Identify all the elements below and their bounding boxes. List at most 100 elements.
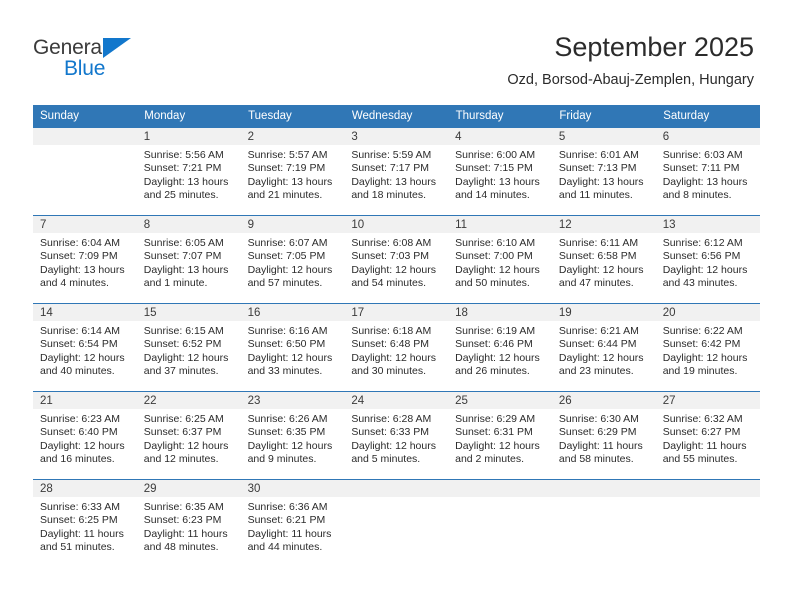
day-cell[interactable]: 10 Sunrise: 6:08 AM Sunset: 7:03 PM Dayligh… (344, 215, 449, 304)
day-cell[interactable]: 11 Sunrise: 6:10 AM Sunset: 7:00 PM Dayligh… (448, 215, 552, 304)
day-cell[interactable] (448, 479, 552, 567)
day-number: 13 (655, 216, 760, 233)
daylight-text-line1: Daylight: 12 hours (558, 351, 644, 364)
day-cell[interactable]: 23 Sunrise: 6:26 AM Sunset: 6:35 PM Dayligh… (240, 391, 345, 480)
daylight-text-line1: Daylight: 12 hours (247, 439, 333, 452)
sunset-text: Sunset: 6:42 PM (662, 338, 741, 351)
day-cell[interactable]: 9 Sunrise: 6:07 AM Sunset: 7:05 PM Daylight… (240, 215, 345, 304)
day-cell[interactable]: 12 Sunrise: 6:11 AM Sunset: 6:58 PM Dayligh… (551, 215, 656, 304)
day-cell[interactable]: 18 Sunrise: 6:19 AM Sunset: 6:46 PM Dayligh… (448, 303, 552, 392)
sunrise-text: Sunrise: 6:35 AM (143, 501, 224, 513)
sunrise-text: Sunrise: 6:03 AM (662, 149, 743, 161)
daylight-text-line2: and 9 minutes. (247, 452, 317, 465)
day-cell[interactable]: 16 Sunrise: 6:16 AM Sunset: 6:50 PM Dayligh… (240, 303, 345, 392)
daylight-text-line2: and 48 minutes. (143, 540, 219, 553)
day-details: Sunrise: 6:26 AM Sunset: 6:35 PM Daylight:… (241, 409, 345, 466)
day-number: 24 (344, 392, 449, 409)
day-cell[interactable]: 4 Sunrise: 6:00 AM Sunset: 7:15 PM Daylight… (448, 127, 552, 216)
daylight-text-line1: Daylight: 13 hours (662, 175, 748, 188)
day-details: Sunrise: 6:25 AM Sunset: 6:37 PM Daylight:… (137, 409, 241, 466)
sunrise-text: Sunrise: 6:14 AM (40, 325, 120, 337)
day-cell[interactable]: 25 Sunrise: 6:29 AM Sunset: 6:31 PM Dayligh… (448, 391, 552, 480)
sunset-text: Sunset: 6:33 PM (351, 426, 429, 439)
day-number: 23 (240, 392, 345, 409)
day-cell[interactable]: 14 Sunrise: 6:14 AM Sunset: 6:54 PM Dayligh… (33, 303, 137, 392)
day-cell[interactable] (33, 127, 137, 216)
sunrise-text: Sunrise: 6:28 AM (351, 413, 432, 425)
day-cell[interactable]: 20 Sunrise: 6:22 AM Sunset: 6:42 PM Dayligh… (655, 303, 760, 392)
day-cell[interactable]: 1 Sunrise: 5:56 AM Sunset: 7:21 PM Daylight… (136, 127, 241, 216)
calendar-week-row: 14 Sunrise: 6:14 AM Sunset: 6:54 PM Dayligh… (33, 303, 760, 392)
day-cell[interactable]: 6 Sunrise: 6:03 AM Sunset: 7:11 PM Daylight… (655, 127, 760, 216)
calendar-week-row: 7 Sunrise: 6:04 AM Sunset: 7:09 PM Daylight… (33, 215, 760, 304)
day-cell[interactable]: 19 Sunrise: 6:21 AM Sunset: 6:44 PM Dayligh… (551, 303, 656, 392)
day-number: 7 (33, 216, 137, 233)
daylight-text-line2: and 26 minutes. (455, 364, 530, 377)
weekday-header-saturday: Saturday (655, 105, 760, 128)
day-details: Sunrise: 6:12 AM Sunset: 6:56 PM Daylight:… (656, 233, 760, 290)
sunset-text: Sunset: 7:05 PM (247, 250, 326, 263)
day-cell[interactable]: 15 Sunrise: 6:15 AM Sunset: 6:52 PM Dayligh… (136, 303, 241, 392)
day-details: Sunrise: 6:08 AM Sunset: 7:03 PM Daylight:… (344, 233, 448, 290)
sunset-text: Sunset: 6:37 PM (143, 426, 222, 439)
daylight-text-line1: Daylight: 12 hours (455, 439, 540, 452)
sunset-text: Sunset: 7:09 PM (40, 250, 118, 263)
day-cell[interactable]: 26 Sunrise: 6:30 AM Sunset: 6:29 PM Dayligh… (551, 391, 656, 480)
day-number: 3 (344, 128, 449, 145)
day-cell[interactable]: 30 Sunrise: 6:36 AM Sunset: 6:21 PM Dayligh… (240, 479, 345, 567)
daylight-text-line1: Daylight: 12 hours (351, 439, 436, 452)
sunrise-text: Sunrise: 6:04 AM (40, 237, 120, 249)
daylight-text-line1: Daylight: 12 hours (351, 351, 436, 364)
daylight-text-line1: Daylight: 11 hours (662, 439, 747, 452)
day-number (33, 128, 137, 145)
sunset-text: Sunset: 6:23 PM (143, 514, 222, 527)
calendar-head: Sunday Monday Tuesday Wednesday Thursday… (33, 105, 760, 128)
daylight-text-line2: and 16 minutes. (40, 452, 115, 465)
daylight-text-line2: and 8 minutes. (662, 188, 732, 201)
day-cell[interactable]: 8 Sunrise: 6:05 AM Sunset: 7:07 PM Daylight… (136, 215, 241, 304)
sunset-text: Sunset: 6:29 PM (558, 426, 637, 439)
day-cell[interactable] (655, 479, 760, 567)
sunrise-text: Sunrise: 6:26 AM (247, 413, 328, 425)
day-number: 8 (136, 216, 241, 233)
day-details: Sunrise: 6:04 AM Sunset: 7:09 PM Daylight:… (33, 233, 137, 290)
day-number: 6 (655, 128, 760, 145)
sunrise-text: Sunrise: 5:59 AM (351, 149, 432, 161)
daylight-text-line2: and 2 minutes. (455, 452, 525, 465)
day-cell[interactable]: 7 Sunrise: 6:04 AM Sunset: 7:09 PM Daylight… (33, 215, 137, 304)
day-cell[interactable]: 27 Sunrise: 6:32 AM Sunset: 6:27 PM Dayligh… (655, 391, 760, 480)
day-cell[interactable]: 24 Sunrise: 6:28 AM Sunset: 6:33 PM Dayligh… (344, 391, 449, 480)
day-details: Sunrise: 6:00 AM Sunset: 7:15 PM Daylight:… (448, 145, 552, 202)
sunset-text: Sunset: 6:35 PM (247, 426, 326, 439)
day-cell[interactable]: 22 Sunrise: 6:25 AM Sunset: 6:37 PM Dayligh… (136, 391, 241, 480)
daylight-text-line1: Daylight: 11 hours (558, 439, 643, 452)
day-cell[interactable]: 21 Sunrise: 6:23 AM Sunset: 6:40 PM Dayligh… (33, 391, 137, 480)
page-header: General Blue September 2025 Ozd, Borsod-… (0, 0, 792, 98)
day-details: Sunrise: 6:18 AM Sunset: 6:48 PM Daylight:… (344, 321, 448, 378)
day-details: Sunrise: 6:15 AM Sunset: 6:52 PM Daylight:… (137, 321, 241, 378)
day-cell[interactable]: 28 Sunrise: 6:33 AM Sunset: 6:25 PM Dayligh… (33, 479, 137, 567)
day-cell[interactable]: 3 Sunrise: 5:59 AM Sunset: 7:17 PM Daylight… (344, 127, 449, 216)
sunrise-text: Sunrise: 6:15 AM (143, 325, 224, 337)
day-cell[interactable] (344, 479, 449, 567)
day-cell[interactable]: 5 Sunrise: 6:01 AM Sunset: 7:13 PM Daylight… (551, 127, 656, 216)
sunrise-text: Sunrise: 6:36 AM (247, 501, 328, 513)
sunset-text: Sunset: 6:56 PM (662, 250, 741, 263)
day-cell[interactable]: 13 Sunrise: 6:12 AM Sunset: 6:56 PM Dayligh… (655, 215, 760, 304)
calendar-week-row: 28 Sunrise: 6:33 AM Sunset: 6:25 PM Dayligh… (33, 479, 760, 567)
sunrise-text: Sunrise: 6:05 AM (143, 237, 224, 249)
day-details (656, 497, 760, 501)
logo-text-blue: Blue (64, 57, 106, 80)
daylight-text-line1: Daylight: 13 hours (40, 263, 125, 276)
day-cell[interactable]: 2 Sunrise: 5:57 AM Sunset: 7:19 PM Daylight… (240, 127, 345, 216)
day-cell[interactable]: 29 Sunrise: 6:35 AM Sunset: 6:23 PM Dayligh… (136, 479, 241, 567)
daylight-text-line2: and 1 minute. (143, 276, 208, 289)
daylight-text-line2: and 19 minutes. (662, 364, 738, 377)
day-number: 17 (344, 304, 449, 321)
day-cell[interactable]: 17 Sunrise: 6:18 AM Sunset: 6:48 PM Dayligh… (344, 303, 449, 392)
day-number: 14 (33, 304, 137, 321)
weekday-header-wednesday: Wednesday (344, 105, 449, 128)
daylight-text-line1: Daylight: 12 hours (247, 351, 333, 364)
daylight-text-line2: and 47 minutes. (558, 276, 634, 289)
day-cell[interactable] (551, 479, 656, 567)
